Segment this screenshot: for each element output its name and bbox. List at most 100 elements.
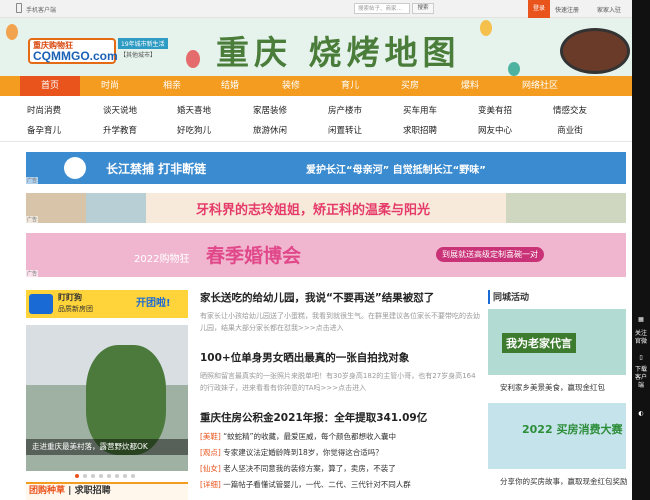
article-title[interactable]: 家长送吃的给幼儿园，我说“不要再送”结果被怼了 bbox=[200, 290, 480, 305]
list-text[interactable]: 老人坚决不同意我的装修方案，算了，卖房，不装了 bbox=[223, 464, 396, 473]
list-text[interactable]: 一篇帖子看懂试管婴儿，一代、二代、三代针对不同人群 bbox=[223, 480, 411, 489]
list-tag: [仙女] bbox=[200, 464, 221, 473]
subnav-item[interactable]: 房产楼市 bbox=[315, 104, 375, 116]
phone-icon[interactable]: ▯ bbox=[633, 354, 649, 362]
city-switch[interactable]: 【其他城市】 bbox=[120, 50, 156, 59]
login-button[interactable]: 登录 bbox=[528, 0, 550, 18]
activity-image[interactable]: 2022 买房消费大赛 bbox=[488, 403, 626, 469]
fish-icon bbox=[64, 157, 86, 179]
qrcode-icon[interactable]: ▦ bbox=[633, 316, 649, 324]
subnav-item[interactable]: 升学教育 bbox=[90, 124, 150, 136]
subnav-item[interactable]: 求职招聘 bbox=[390, 124, 450, 136]
download-app-link[interactable]: 下载 bbox=[633, 366, 649, 374]
banner-text: 牙科界的志玲姐姐，矫正科的温柔与阳光 bbox=[196, 203, 431, 218]
carousel-dot[interactable] bbox=[99, 474, 103, 478]
tab-jobs[interactable]: 求职招聘 bbox=[75, 486, 111, 496]
nav-item-wedding[interactable]: 结婚 bbox=[200, 76, 260, 96]
headline-article[interactable]: 重庆住房公积金2021年报：全年提取341.09亿 bbox=[200, 410, 480, 425]
list-item[interactable]: [仙女] 老人坚决不同意我的装修方案，算了，卖房，不装了 bbox=[200, 463, 480, 479]
nav-item-news[interactable]: 爆料 bbox=[440, 76, 500, 96]
banner-dental[interactable]: 牙科界的志玲姐姐，矫正科的温柔与阳光 广告 bbox=[26, 193, 626, 223]
carousel-dot[interactable] bbox=[131, 474, 135, 478]
sub-nav: 时尚消费 谈天说地 婚天喜地 家居装修 房产楼市 买车用车 变美有招 情感交友 … bbox=[0, 96, 632, 142]
subnav-item[interactable]: 谈天说地 bbox=[90, 104, 150, 116]
subnav-item[interactable]: 时尚消费 bbox=[14, 104, 74, 116]
search-input[interactable]: 搜索帖子、商家… bbox=[354, 3, 410, 14]
banner-yangtze[interactable]: 长江禁捕 打非断链 爱护长江“母亲河” 自觉抵制长江“野味” 广告 bbox=[26, 152, 626, 184]
subnav-item[interactable]: 变美有招 bbox=[465, 104, 525, 116]
carousel-dot[interactable] bbox=[115, 474, 119, 478]
nav-item-fashion[interactable]: 时尚 bbox=[80, 76, 140, 96]
nav-item-home[interactable]: 首页 bbox=[20, 76, 80, 96]
activity-image[interactable]: 我为老家代言 bbox=[488, 309, 626, 375]
merchant-join-link[interactable]: 家家入驻 bbox=[597, 5, 621, 14]
list-item[interactable]: [观点] 专家建议法定婚龄降到18岁，你觉得这合适吗？ bbox=[200, 447, 480, 463]
main-nav: 首页 时尚 相亲 结婚 装修 育儿 买房 爆料 网络社区 bbox=[0, 76, 632, 96]
follow-wechat-link[interactable]: 关注 bbox=[633, 330, 649, 338]
subnav-item[interactable]: 闲置转让 bbox=[315, 124, 375, 136]
nav-item-parenting[interactable]: 育儿 bbox=[320, 76, 380, 96]
subnav-item[interactable]: 家居装修 bbox=[240, 104, 300, 116]
promo-title: 盯盯狗 bbox=[58, 293, 82, 302]
promo-banner[interactable]: 盯盯狗 品质新房团 开团啦! bbox=[26, 290, 188, 318]
slide-caption: 走进重庆最美村落，露营野炊都OK bbox=[26, 439, 188, 455]
list-text[interactable]: “蚊蛇精”的收藏，最爱匡威，每个颜色都想收入囊中 bbox=[223, 432, 396, 441]
banner-photo bbox=[86, 193, 146, 223]
carousel-slide[interactable]: 走进重庆最美村落，露营野炊都OK bbox=[26, 325, 188, 471]
bbq-grill-image bbox=[560, 28, 630, 74]
subnav-item[interactable]: 备孕育儿 bbox=[14, 124, 74, 136]
banner-text: 长江禁捕 打非断链 bbox=[106, 162, 207, 176]
nav-item-decoration[interactable]: 装修 bbox=[261, 76, 321, 96]
carousel-dot[interactable] bbox=[75, 474, 79, 478]
list-tag: [详细] bbox=[200, 480, 221, 489]
article-title[interactable]: 100+位单身男女晒出最真的一张自拍找对象 bbox=[200, 350, 480, 365]
search-button[interactable]: 搜索 bbox=[412, 3, 434, 14]
headline-article[interactable]: 家长送吃的给幼儿园，我说“不要再送”结果被怼了 有家长让小孩给幼儿园送了小蛋糕，… bbox=[200, 290, 480, 334]
news-list: [美鞋] “蚊蛇精”的收藏，最爱匡威，每个颜色都想收入囊中 [观点] 专家建议法… bbox=[200, 431, 480, 495]
subnav-item[interactable]: 买车用车 bbox=[390, 104, 450, 116]
header-banner-title[interactable]: 重庆 烧烤地图 bbox=[216, 26, 461, 72]
nav-item-dating[interactable]: 相亲 bbox=[142, 76, 202, 96]
mobile-phone-icon bbox=[16, 3, 22, 13]
article-summary: 有家长让小孩给幼儿园送了小蛋糕，我看到就很生气。在群里建议各位家长不要带吃的去幼… bbox=[200, 312, 480, 332]
article-summary: 晒照和留言最真实的一张照片来脱单吧！有30岁身高182的主管小哥，也有27岁身高… bbox=[200, 372, 476, 392]
headset-icon[interactable]: ◐ bbox=[633, 410, 649, 418]
follow-wechat-link-2[interactable]: 官微 bbox=[633, 338, 649, 346]
headline-article[interactable]: 100+位单身男女晒出最真的一张自拍找对象 晒照和留言最真实的一张照片来脱单吧！… bbox=[200, 350, 480, 394]
subnav-item[interactable]: 商业街 bbox=[540, 124, 600, 136]
nav-item-house[interactable]: 买房 bbox=[380, 76, 440, 96]
activity-caption[interactable]: 分享你的买房故事，赢取现金红包奖励 bbox=[500, 476, 628, 487]
ad-label: 广告 bbox=[26, 216, 39, 223]
subnav-item[interactable]: 旅游休闲 bbox=[240, 124, 300, 136]
top-bar: 手机客户端 搜索帖子、商家… 搜索 登录 快速注册 家家入驻 bbox=[0, 0, 632, 18]
list-tag: [美鞋] bbox=[200, 432, 221, 441]
article-title[interactable]: 重庆住房公积金2021年报：全年提取341.09亿 bbox=[200, 410, 480, 425]
list-item[interactable]: [详细] 一篇帖子看懂试管婴儿，一代、二代、三代针对不同人群 bbox=[200, 479, 480, 495]
carousel-dot[interactable] bbox=[107, 474, 111, 478]
banner-text: 爱护长江“母亲河” 自觉抵制长江“野味” bbox=[306, 165, 486, 176]
section-tabs: 团购种草 | 求职招聘 bbox=[26, 482, 188, 500]
download-app-link-2[interactable]: 客户端 bbox=[633, 374, 649, 390]
banner-text: 春季婚博会 bbox=[206, 245, 302, 267]
list-tag: [观点] bbox=[200, 448, 221, 457]
nav-item-community[interactable]: 网络社区 bbox=[510, 76, 570, 96]
list-item[interactable]: [美鞋] “蚊蛇精”的收藏，最爱匡威，每个颜色都想收入囊中 bbox=[200, 431, 480, 447]
carousel-dot[interactable] bbox=[83, 474, 87, 478]
balloon-icon bbox=[6, 24, 18, 40]
side-float-bar: ▦ 关注 官微 ▯ 下载 客户端 ◐ bbox=[632, 0, 650, 500]
tab-group-buy[interactable]: 团购种草 bbox=[29, 486, 65, 496]
banner-photo bbox=[506, 193, 626, 223]
subnav-item[interactable]: 情感交友 bbox=[540, 104, 600, 116]
mobile-client-link[interactable]: 手机客户端 bbox=[26, 5, 56, 14]
activity-caption[interactable]: 安利家乡美景美食，赢现金红包 bbox=[500, 382, 605, 393]
list-text[interactable]: 专家建议法定婚龄降到18岁，你觉得这合适吗？ bbox=[223, 448, 383, 457]
subnav-item[interactable]: 好吃狗儿 bbox=[164, 124, 224, 136]
site-logo[interactable]: 重庆购物狂 CQMMGO.com bbox=[28, 38, 118, 64]
subnav-item[interactable]: 网友中心 bbox=[465, 124, 525, 136]
logo-text-en: CQMMGO.com bbox=[33, 49, 118, 63]
subnav-item[interactable]: 婚天喜地 bbox=[164, 104, 224, 116]
carousel-dot[interactable] bbox=[91, 474, 95, 478]
banner-wedding-expo[interactable]: 2022购物狂 春季婚博会 到展就送高级定制喜碗一对 广告 bbox=[26, 233, 626, 277]
register-link[interactable]: 快速注册 bbox=[555, 5, 579, 14]
carousel-dot[interactable] bbox=[123, 474, 127, 478]
